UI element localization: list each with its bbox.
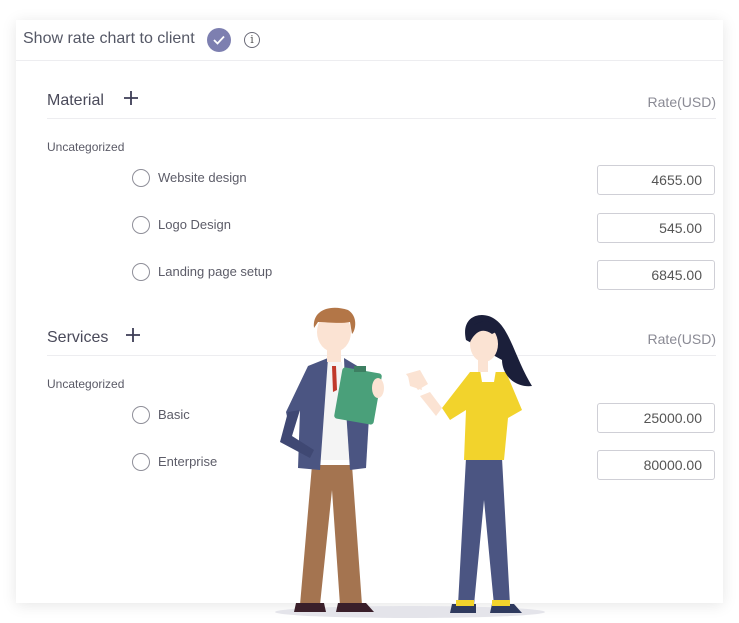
section-title: Material: [47, 92, 104, 109]
rate-column-label: Rate(USD): [647, 94, 716, 110]
section-header-material: Material Rate(USD): [47, 80, 716, 119]
radio-icon[interactable]: [132, 263, 150, 281]
radio-icon[interactable]: [132, 169, 150, 187]
plus-icon[interactable]: [125, 327, 141, 343]
info-icon[interactable]: i: [244, 32, 260, 48]
woman-figure: [406, 314, 532, 613]
man-figure: [280, 307, 384, 612]
category-label: Uncategorized: [47, 377, 125, 391]
radio-icon[interactable]: [132, 453, 150, 471]
item-label: Landing page setup: [158, 264, 273, 279]
rate-column-label: Rate(USD): [647, 331, 716, 347]
radio-icon[interactable]: [132, 216, 150, 234]
rate-input[interactable]: [597, 260, 715, 290]
check-icon[interactable]: [207, 28, 231, 52]
rate-input[interactable]: [597, 165, 715, 195]
people-illustration: [275, 307, 545, 618]
plus-icon[interactable]: [123, 90, 139, 106]
rate-input[interactable]: [597, 213, 715, 243]
radio-icon[interactable]: [132, 406, 150, 424]
item-label: Basic: [158, 407, 190, 422]
rate-input[interactable]: [597, 403, 715, 433]
rate-chart-header: Show rate chart to client i: [16, 20, 723, 61]
item-label: Website design: [158, 170, 247, 185]
section-title: Services: [47, 329, 109, 346]
category-label: Uncategorized: [47, 140, 125, 154]
show-rate-chart-label: Show rate chart to client: [23, 30, 195, 47]
item-label: Enterprise: [158, 454, 218, 469]
item-label: Logo Design: [158, 217, 231, 232]
rate-input[interactable]: [597, 450, 715, 480]
